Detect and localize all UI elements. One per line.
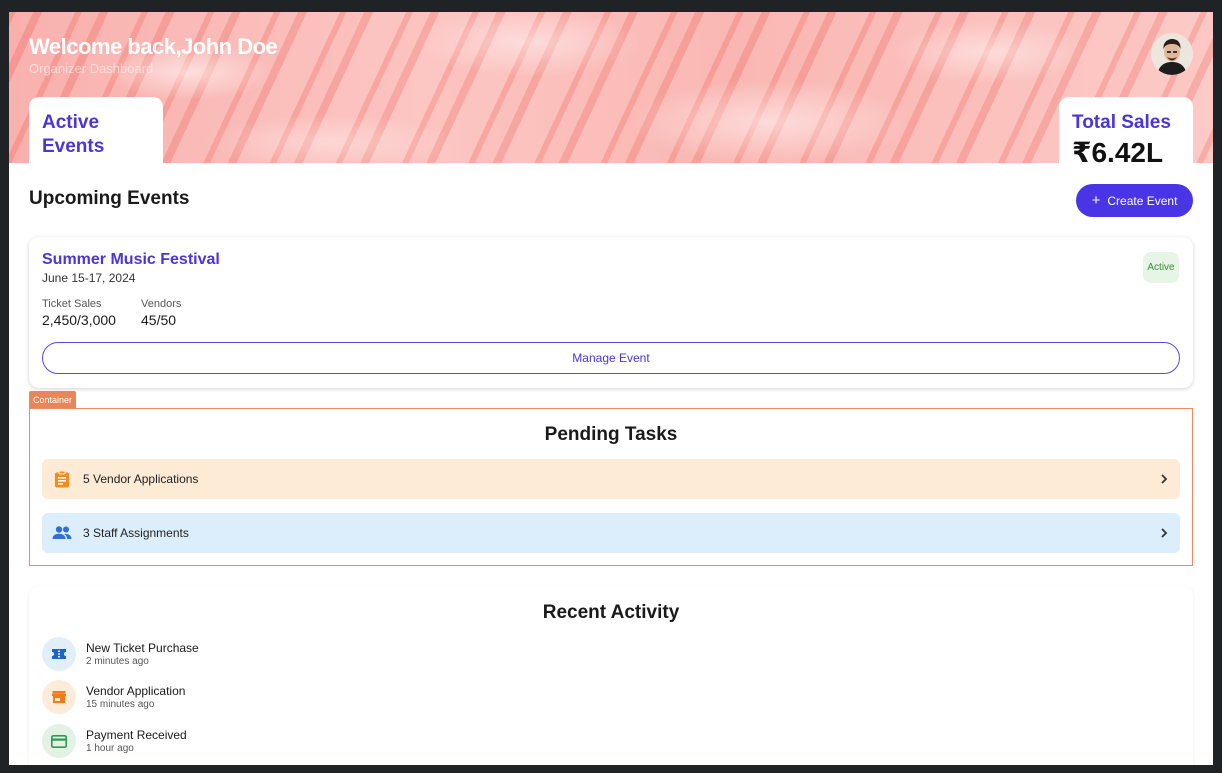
event-date: June 15-17, 2024	[42, 271, 136, 285]
stat-card-total-sales: Total Sales ₹6.42L	[1059, 97, 1193, 168]
activity-title: New Ticket Purchase	[86, 641, 199, 655]
chevron-right-icon	[1161, 474, 1168, 484]
activity-title: Payment Received	[86, 728, 187, 742]
activity-time: 15 minutes ago	[86, 699, 155, 710]
task-label: 5 Vendor Applications	[83, 472, 199, 486]
stat-card-active-events: Active Events	[29, 97, 163, 163]
activity-title: Vendor Application	[86, 684, 186, 698]
recent-activity-panel: Recent Activity New Ticket Purchase 2 mi…	[29, 586, 1193, 765]
status-badge: Active	[1143, 252, 1179, 283]
section-title-upcoming: Upcoming Events	[29, 188, 190, 209]
welcome-title: Welcome back,John Doe	[29, 34, 278, 59]
dashboard-window: Welcome back,John Doe Organizer Dashboar…	[9, 12, 1213, 765]
pending-tasks-panel: Pending Tasks 5 Vendor Applications 3 St…	[29, 408, 1193, 566]
create-event-label: Create Event	[1107, 193, 1178, 208]
store-icon	[42, 680, 76, 714]
metric-label: Vendors	[141, 298, 182, 310]
hero-banner: Welcome back,John Doe Organizer Dashboar…	[9, 12, 1213, 168]
event-name[interactable]: Summer Music Festival	[42, 251, 220, 269]
container-tag: Container	[29, 391, 77, 408]
create-event-button[interactable]: + Create Event	[1076, 184, 1193, 217]
activity-item[interactable]: Payment Received 1 hour ago	[42, 724, 187, 758]
credit-card-icon	[42, 724, 76, 758]
plus-icon: +	[1091, 192, 1101, 209]
stat-label: Total Sales	[1072, 112, 1171, 133]
activity-time: 1 hour ago	[86, 743, 134, 754]
activity-item[interactable]: Vendor Application 15 minutes ago	[42, 680, 185, 714]
metric-vendors: Vendors 45/50	[141, 298, 181, 328]
recent-activity-title: Recent Activity	[542, 602, 680, 623]
task-vendor-applications[interactable]: 5 Vendor Applications	[42, 459, 1180, 499]
metric-value: 2,450/3,000	[42, 312, 116, 328]
metric-label: Ticket Sales	[42, 298, 102, 310]
metric-ticket-sales: Ticket Sales 2,450/3,000	[42, 298, 116, 328]
task-label: 3 Staff Assignments	[83, 526, 189, 540]
dashboard-subtitle: Organizer Dashboard	[29, 61, 154, 76]
chevron-right-icon	[1161, 528, 1168, 538]
avatar-image	[1151, 33, 1193, 75]
ticket-icon	[42, 637, 76, 671]
activity-item[interactable]: New Ticket Purchase 2 minutes ago	[42, 637, 199, 671]
stat-value: ₹6.42L	[1072, 137, 1164, 168]
event-card: Summer Music Festival June 15-17, 2024 A…	[29, 237, 1193, 388]
manage-event-button[interactable]: Manage Event	[42, 342, 1180, 374]
clipboard-icon	[52, 469, 72, 489]
user-avatar[interactable]	[1151, 33, 1193, 75]
activity-time: 2 minutes ago	[86, 656, 149, 667]
metric-value: 45/50	[141, 312, 177, 328]
task-staff-assignments[interactable]: 3 Staff Assignments	[42, 513, 1180, 553]
pending-tasks-title: Pending Tasks	[544, 424, 678, 445]
stat-label: Active Events	[42, 112, 105, 157]
group-icon	[52, 523, 72, 543]
